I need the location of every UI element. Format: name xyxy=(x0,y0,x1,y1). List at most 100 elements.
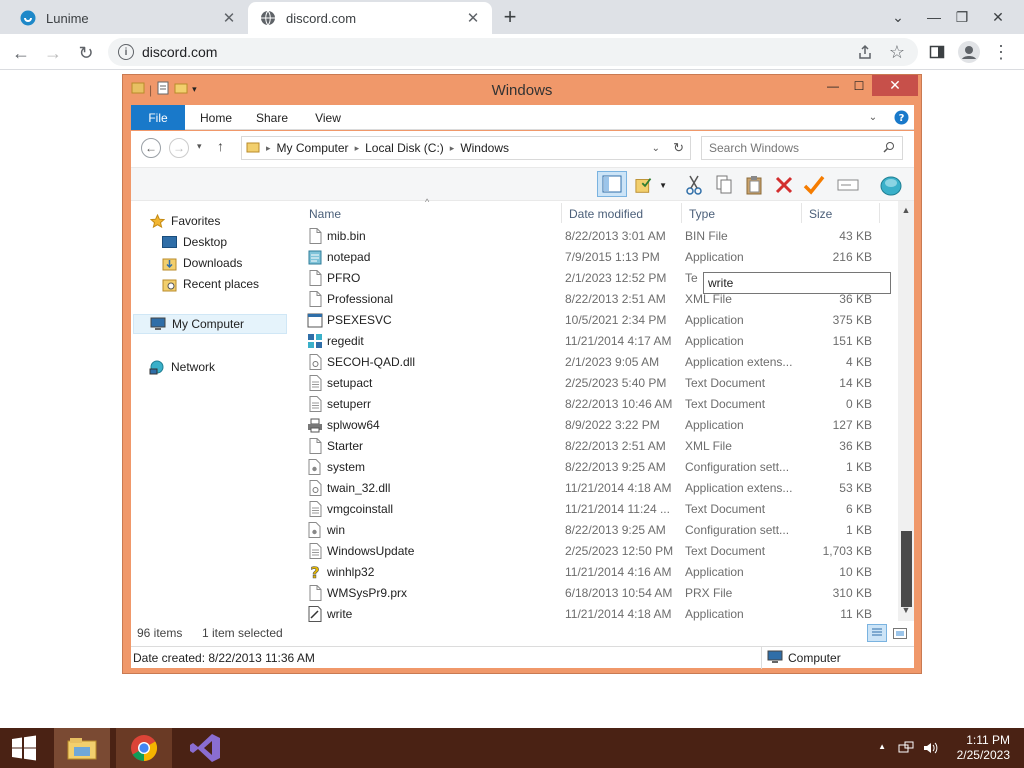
new-tab-button[interactable]: + xyxy=(498,6,522,30)
file-name: system xyxy=(327,460,366,474)
close-tab-icon[interactable]: ✕ xyxy=(464,9,482,27)
file-date: 11/21/2014 4:18 AM xyxy=(565,481,672,495)
file-row[interactable]: PSEXESVC 10/5/2021 2:34 PM Application 375 … xyxy=(305,310,898,331)
menu-kebab-icon[interactable]: ⋮ xyxy=(988,39,1014,65)
taskbar-chrome-icon[interactable] xyxy=(116,728,172,768)
restore-icon[interactable]: ❐ xyxy=(944,0,980,34)
file-type: Application extens... xyxy=(685,355,793,369)
bookmark-star-icon[interactable]: ☆ xyxy=(884,39,910,65)
file-row[interactable]: WindowsUpdate 2/25/2023 12:50 PM Text Docu… xyxy=(305,541,898,562)
tab-search-icon[interactable]: ⌄ xyxy=(880,0,916,34)
file-row[interactable]: setuperr 8/22/2013 10:46 AM Text Document 0… xyxy=(305,394,898,415)
network-tray-icon[interactable] xyxy=(898,740,914,759)
globe-browse-icon[interactable] xyxy=(875,173,907,197)
tab-share[interactable]: Share xyxy=(247,105,297,130)
browser-tab-lunime[interactable]: Lunime ✕ xyxy=(8,2,248,34)
file-row[interactable]: setupact 2/25/2023 5:40 PM Text Document 14… xyxy=(305,373,898,394)
vertical-scrollbar[interactable]: ▲ ▼ xyxy=(898,201,914,621)
back-icon[interactable]: ← xyxy=(8,40,34,66)
organize-icon[interactable]: ▼ xyxy=(635,173,667,197)
nav-favorites[interactable]: Favorites xyxy=(149,211,220,231)
forward-arrow-icon[interactable]: → xyxy=(169,138,189,158)
back-arrow-icon[interactable]: ← xyxy=(141,138,161,158)
search-input[interactable]: Search Windows xyxy=(701,136,903,160)
profile-avatar[interactable] xyxy=(956,39,982,65)
recent-places-icon xyxy=(161,277,177,291)
file-row[interactable]: regedit 11/21/2014 4:17 AM Application 151 … xyxy=(305,331,898,352)
nav-recent-places[interactable]: Recent places xyxy=(161,274,259,294)
tab-view[interactable]: View xyxy=(303,105,353,130)
side-panel-icon[interactable] xyxy=(924,39,950,65)
paste-icon[interactable] xyxy=(741,173,767,197)
file-size: 1 KB xyxy=(845,460,872,474)
file-row[interactable]: SECOH-QAD.dll 2/1/2023 9:05 AM Application… xyxy=(305,352,898,373)
nav-my-computer[interactable]: My Computer xyxy=(133,314,287,334)
nav-network[interactable]: Network xyxy=(149,357,215,377)
up-arrow-icon[interactable]: ↑ xyxy=(217,138,224,154)
share-icon[interactable] xyxy=(852,39,878,65)
file-row[interactable]: mib.bin 8/22/2013 3:01 AM BIN File 43 KB xyxy=(305,226,898,247)
date-created-text: Date created: 8/22/2013 11:36 AM xyxy=(133,651,315,665)
window-maximize-icon[interactable]: ☐ xyxy=(846,75,872,96)
nav-desktop[interactable]: Desktop xyxy=(161,232,227,252)
address-breadcrumb[interactable]: ▸ My Computer ▸ Local Disk (C:) ▸ Window… xyxy=(241,136,691,160)
tab-home[interactable]: Home xyxy=(191,105,241,130)
details-view-icon[interactable] xyxy=(867,624,887,642)
file-row[interactable]: notepad 7/9/2015 1:13 PM Application 216 KB xyxy=(305,247,898,268)
delete-icon[interactable] xyxy=(771,173,797,197)
checkmark-icon[interactable] xyxy=(801,173,827,197)
file-row[interactable]: WMSysPr9.prx 6/18/2013 10:54 AM PRX File 31… xyxy=(305,583,898,604)
column-header-size[interactable]: Size xyxy=(809,201,832,227)
large-icons-view-icon[interactable] xyxy=(890,624,910,642)
cut-icon[interactable] xyxy=(681,173,707,197)
file-type: Application xyxy=(685,250,744,264)
address-dropdown-icon[interactable]: ⌄ xyxy=(652,143,660,154)
taskbar-visual-studio-icon[interactable] xyxy=(178,728,232,768)
forward-icon[interactable]: → xyxy=(40,40,66,66)
preview-pane-icon[interactable] xyxy=(597,171,627,197)
copy-icon[interactable] xyxy=(711,173,737,197)
file-row[interactable]: twain_32.dll 11/21/2014 4:18 AM Applicatio… xyxy=(305,478,898,499)
tab-file[interactable]: File xyxy=(131,105,185,130)
crumb-local-disk[interactable]: Local Disk (C:) xyxy=(365,141,444,155)
column-header-name[interactable]: Name xyxy=(309,201,341,227)
scroll-up-icon[interactable]: ▲ xyxy=(898,205,914,219)
clock[interactable]: 1:11 PM 2/25/2023 xyxy=(957,733,1010,763)
site-info-icon[interactable]: i xyxy=(118,44,134,60)
crumb-windows[interactable]: Windows xyxy=(460,141,509,155)
file-row[interactable]: Starter 8/22/2013 2:51 AM XML File 36 KB xyxy=(305,436,898,457)
ribbon-tabs: File Home Share View ⌄ ? xyxy=(131,105,914,130)
rename-icon[interactable] xyxy=(835,173,861,197)
status-bar: 96 items 1 item selected xyxy=(131,621,914,643)
file-row[interactable]: win 8/22/2013 9:25 AM Configuration sett..… xyxy=(305,520,898,541)
nav-downloads[interactable]: Downloads xyxy=(161,253,242,273)
expand-ribbon-icon[interactable]: ⌄ xyxy=(863,105,883,130)
crumb-my-computer[interactable]: My Computer xyxy=(277,141,349,155)
close-browser-icon[interactable]: ✕ xyxy=(980,0,1016,34)
file-date: 8/22/2013 2:51 AM xyxy=(565,439,666,453)
volume-icon[interactable] xyxy=(922,740,938,759)
file-size: 14 KB xyxy=(839,376,872,390)
file-row[interactable]: vmgcoinstall 11/21/2014 11:24 ... Text Doc… xyxy=(305,499,898,520)
window-close-icon[interactable]: ✕ xyxy=(872,75,918,96)
help-icon[interactable]: ? xyxy=(891,105,911,130)
clock-date: 2/25/2023 xyxy=(956,748,1010,762)
file-row[interactable]: system 8/22/2013 9:25 AM Configuration set… xyxy=(305,457,898,478)
refresh-icon[interactable]: ↻ xyxy=(673,140,684,156)
tab-title: discord.com xyxy=(286,10,357,26)
column-header-date[interactable]: Date modified xyxy=(569,201,643,227)
window-minimize-icon[interactable]: — xyxy=(820,75,846,96)
scrollbar-thumb[interactable] xyxy=(901,531,912,607)
address-bar[interactable]: i discord.com xyxy=(108,38,918,66)
close-tab-icon[interactable]: ✕ xyxy=(220,9,238,27)
show-hidden-icons-icon[interactable]: ▲ xyxy=(878,742,886,751)
column-header-type[interactable]: Type xyxy=(689,201,715,227)
file-row[interactable]: ? winhlp32 11/21/2014 4:16 AM Application 10… xyxy=(305,562,898,583)
reload-icon[interactable]: ↻ xyxy=(73,40,99,66)
start-windows-icon[interactable] xyxy=(0,728,48,768)
taskbar-file-explorer-icon[interactable] xyxy=(54,728,110,768)
recent-locations-icon[interactable]: ▾ xyxy=(197,141,202,152)
scroll-down-icon[interactable]: ▼ xyxy=(898,605,914,619)
browser-tab-discord[interactable]: discord.com ✕ xyxy=(248,2,492,34)
file-row[interactable]: splwow64 8/9/2022 3:22 PM Application 127 K… xyxy=(305,415,898,436)
